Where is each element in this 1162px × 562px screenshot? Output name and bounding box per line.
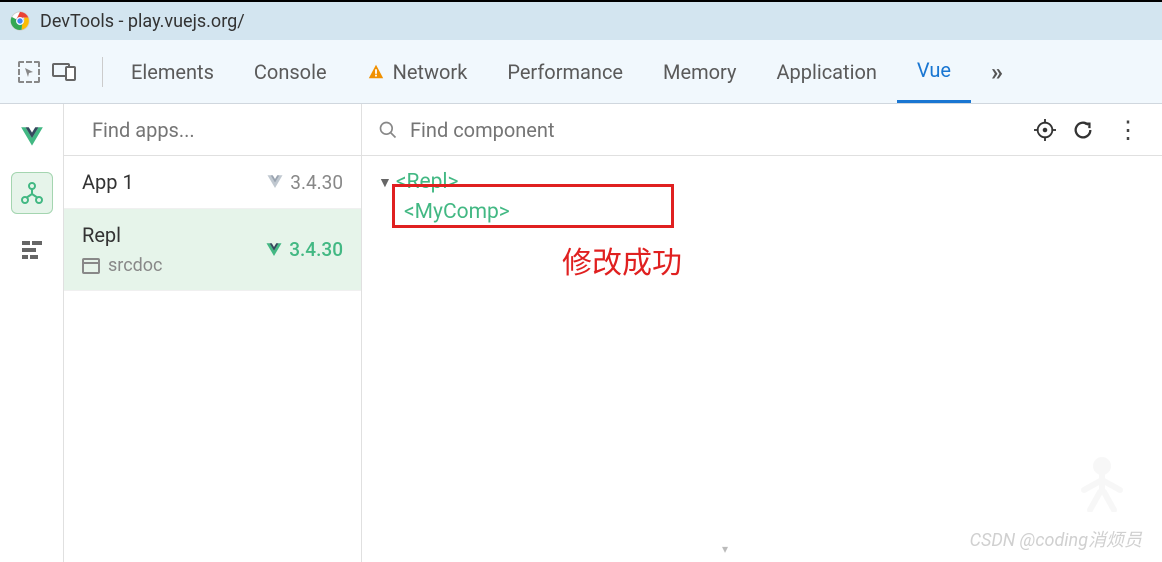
components-toolbar: ⋮: [362, 104, 1162, 156]
tab-network-label: Network: [393, 60, 468, 84]
watermark-person-icon: [1072, 452, 1132, 512]
tree-node-repl[interactable]: ▼ <Repl>: [378, 170, 1146, 194]
resize-handle[interactable]: ▾: [722, 542, 728, 556]
version-text: 3.4.30: [289, 238, 343, 261]
sidebar-components-icon[interactable]: [11, 172, 53, 214]
srcdoc-label: srcdoc: [108, 255, 162, 276]
apps-search-input[interactable]: [92, 118, 346, 142]
app-src-row: srcdoc: [82, 255, 162, 276]
tab-console[interactable]: Console: [234, 42, 347, 102]
tree-node-mycomp[interactable]: <MyComp>: [404, 200, 1146, 224]
annotation-text: 修改成功: [562, 238, 682, 282]
watermark-text: CSDN @coding消烦员: [970, 526, 1142, 552]
tab-performance[interactable]: Performance: [487, 42, 643, 102]
version-text: 3.4.30: [290, 171, 343, 194]
component-tree: ▼ <Repl> <MyComp>: [362, 156, 1162, 238]
devtools-tabs: Elements Console Network Performance Mem…: [0, 40, 1162, 104]
sidebar-timeline-icon[interactable]: [11, 228, 53, 270]
window-title: DevTools - play.vuejs.org/: [40, 11, 245, 32]
search-icon: [378, 120, 398, 140]
vue-sidebar: [0, 104, 64, 562]
vue-logo-icon: [266, 173, 284, 191]
refresh-icon[interactable]: [1072, 119, 1094, 141]
main-content: App 1 3.4.30 Repl srcdoc: [0, 104, 1162, 562]
tab-vue[interactable]: Vue: [897, 40, 971, 103]
app-item-app1[interactable]: App 1 3.4.30: [64, 156, 361, 209]
tree-tag-label: <Repl>: [396, 170, 459, 194]
components-search-input[interactable]: [410, 118, 1018, 142]
warning-icon: [367, 63, 385, 81]
sidebar-vue-logo-icon[interactable]: [11, 116, 53, 158]
srcdoc-icon: [82, 258, 100, 274]
chrome-icon: [10, 11, 30, 31]
app-version: 3.4.30: [266, 171, 343, 194]
target-icon[interactable]: [1034, 119, 1056, 141]
app-version: 3.4.30: [265, 238, 343, 261]
device-toolbar-icon[interactable]: [52, 63, 76, 81]
tabs-overflow-button[interactable]: »: [971, 58, 1023, 86]
more-options-icon[interactable]: ⋮: [1110, 116, 1146, 144]
tab-application[interactable]: Application: [756, 42, 896, 102]
app-item-repl[interactable]: Repl srcdoc 3.4.30: [64, 209, 361, 291]
select-element-icon[interactable]: [18, 61, 40, 83]
tree-tag-label: <MyComp>: [404, 200, 510, 224]
tab-network[interactable]: Network: [347, 42, 488, 102]
divider: [102, 57, 103, 87]
app-name-label: App 1: [82, 170, 134, 194]
tree-collapse-icon[interactable]: ▼: [378, 174, 392, 191]
components-panel: ⋮ ▼ <Repl> <MyComp> 修改成功 ▾: [362, 104, 1162, 562]
app-name-label: Repl: [82, 223, 162, 247]
tab-memory[interactable]: Memory: [643, 42, 756, 102]
apps-panel: App 1 3.4.30 Repl srcdoc: [64, 104, 362, 562]
tab-elements[interactable]: Elements: [111, 42, 234, 102]
window-titlebar: DevTools - play.vuejs.org/: [0, 0, 1162, 40]
apps-search-bar: [64, 104, 361, 156]
vue-logo-icon: [265, 241, 283, 259]
